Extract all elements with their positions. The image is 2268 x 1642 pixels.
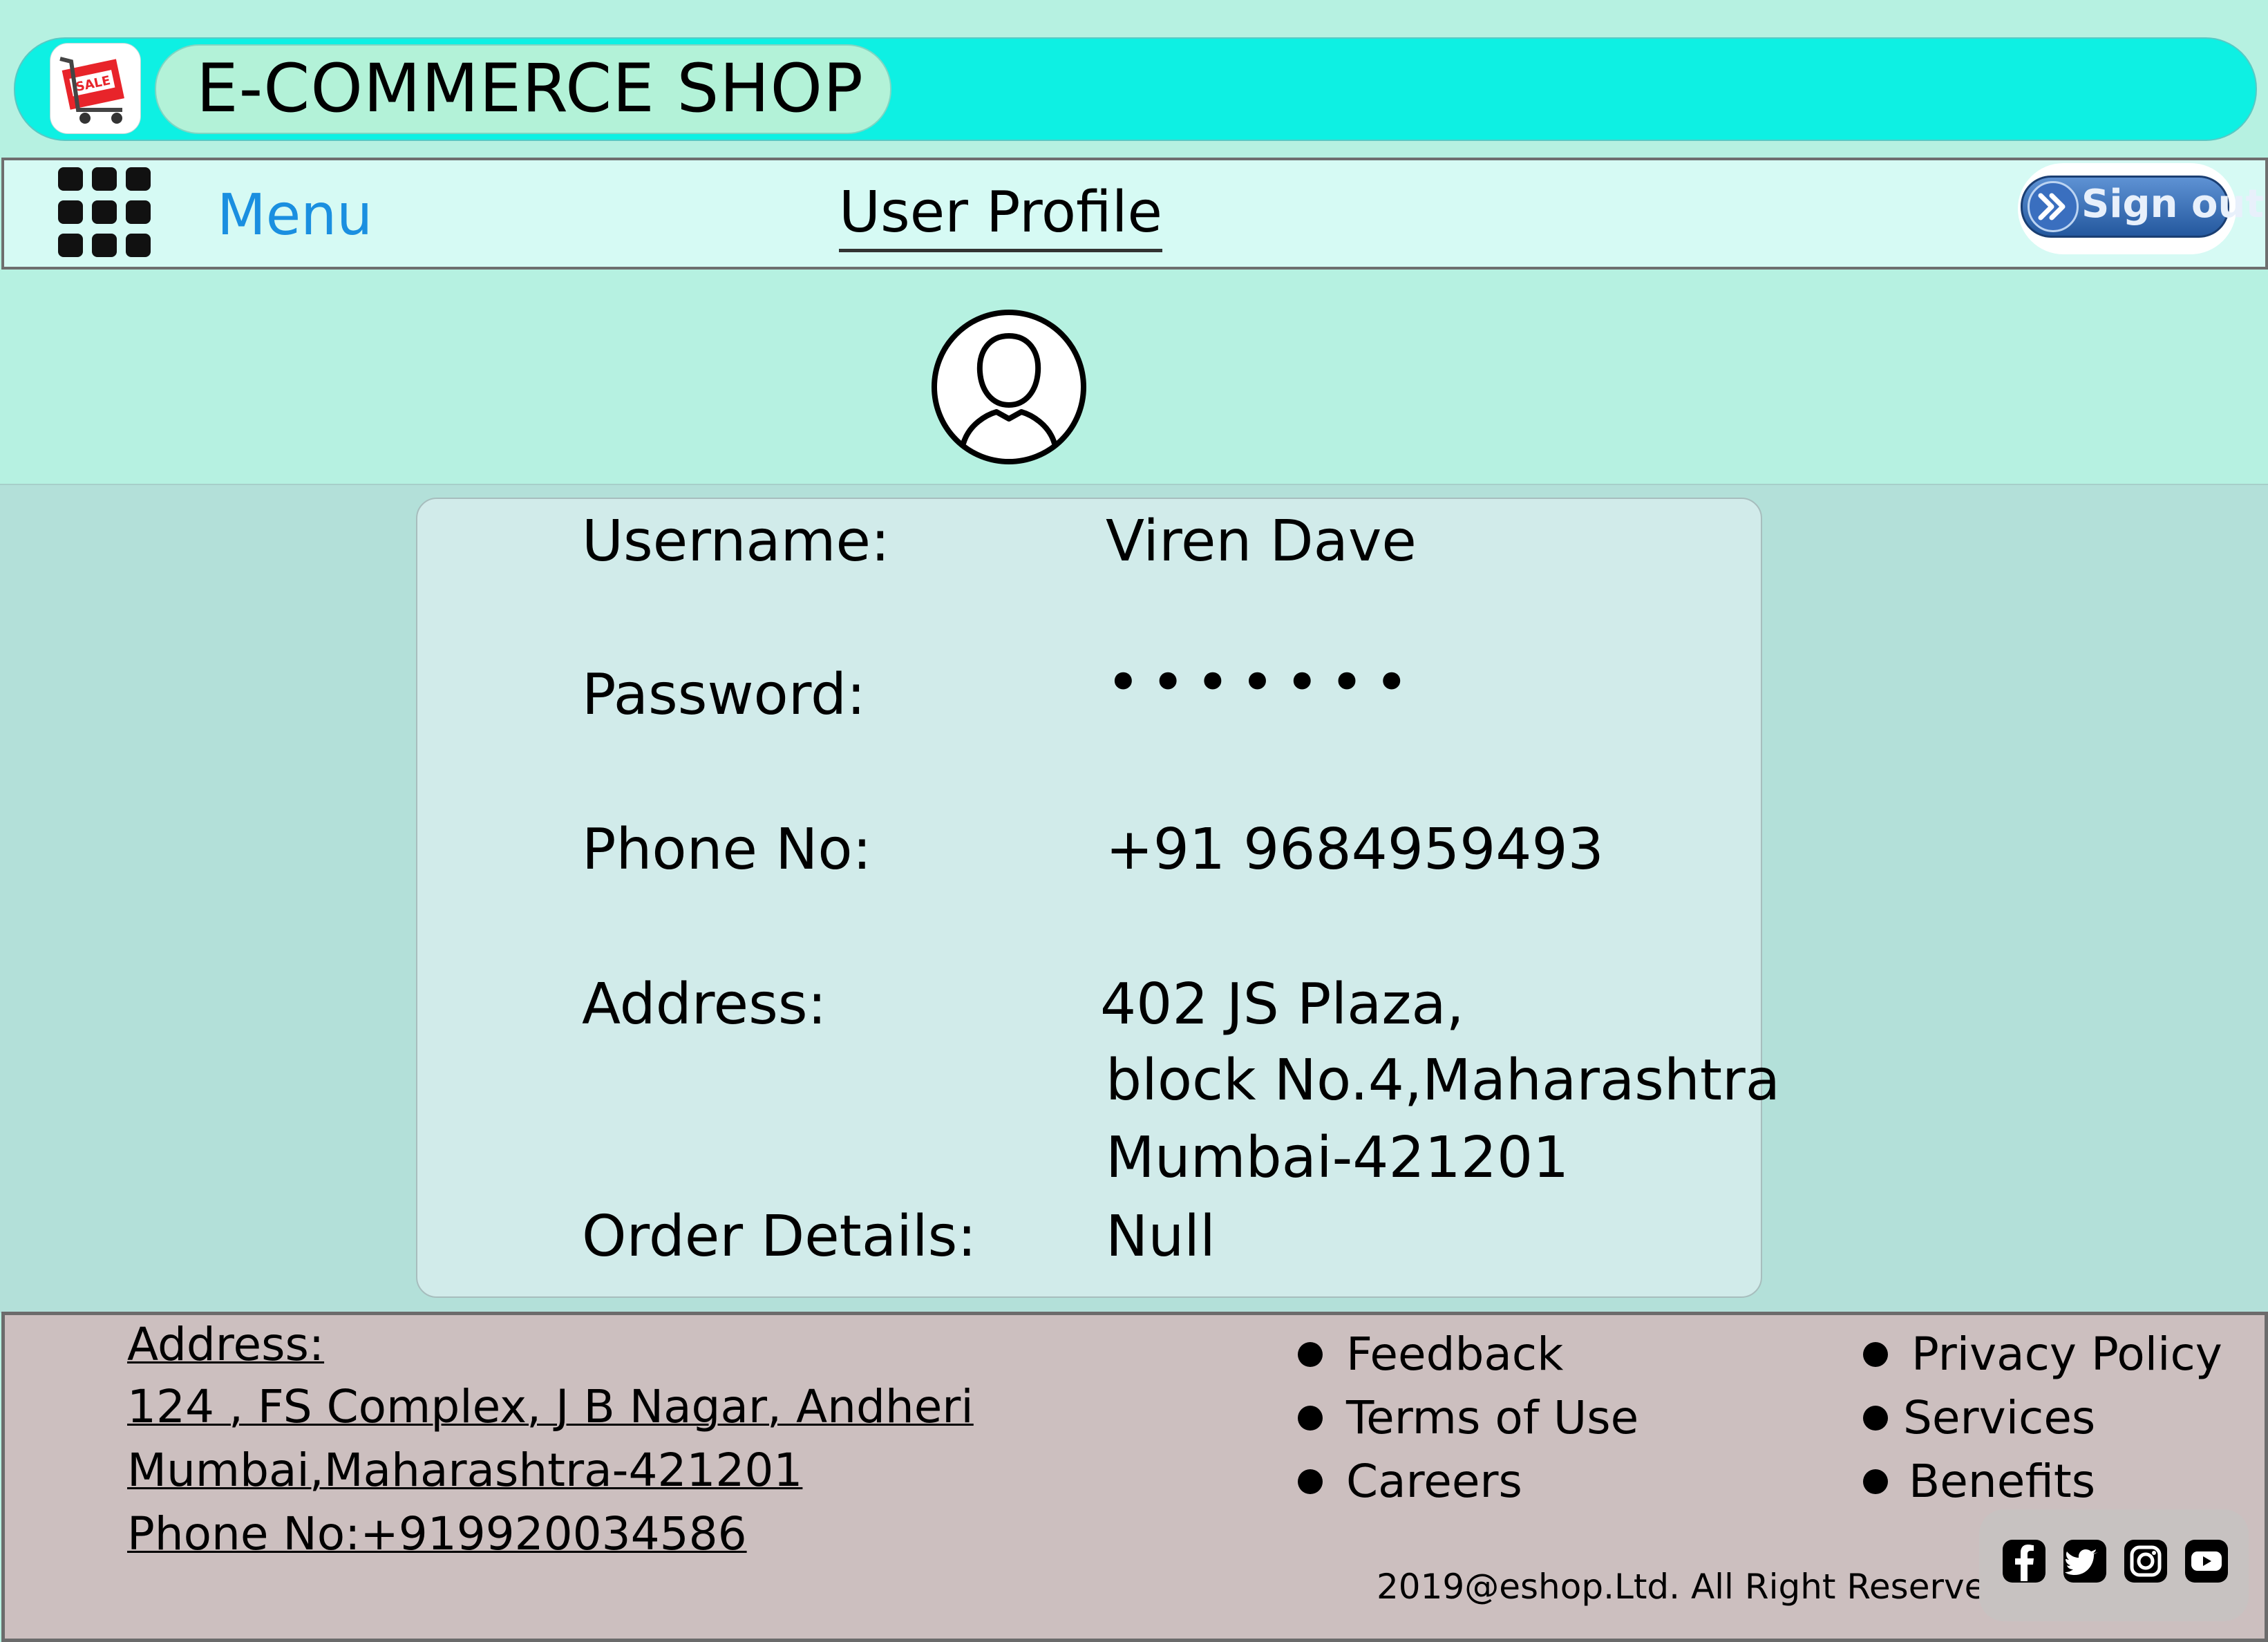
- app-title: E-COMMERCE SHOP: [196, 50, 864, 127]
- phone-label: Phone No:: [582, 817, 872, 883]
- facebook-icon[interactable]: [2001, 1538, 2047, 1584]
- user-avatar-icon: [930, 308, 1088, 466]
- tab-user-profile[interactable]: User Profile: [839, 178, 1162, 252]
- grid-menu-icon[interactable]: [57, 164, 153, 261]
- footer-link-feedback[interactable]: Feedback: [1346, 1325, 1563, 1384]
- order-details-value: Null: [1106, 1204, 1216, 1270]
- footer-link-terms[interactable]: Terms of Use: [1346, 1389, 1638, 1447]
- footer-link-services[interactable]: Services: [1903, 1389, 2095, 1447]
- twitter-icon[interactable]: [2062, 1538, 2108, 1584]
- signout-label: Sign out: [2081, 182, 2265, 227]
- phone-value: +91 9684959493: [1106, 817, 1604, 883]
- bullet-icon: [1863, 1469, 1888, 1494]
- password-value: •••••••: [1106, 648, 1419, 717]
- password-label: Password:: [582, 662, 866, 728]
- footer-phone: Phone No:+919920034586: [127, 1507, 747, 1560]
- menu-link[interactable]: Menu: [217, 181, 372, 250]
- copyright-text: 2019@eshop.Ltd. All Right Reserved: [1377, 1567, 2008, 1607]
- bullet-icon: [1298, 1342, 1323, 1367]
- bullet-icon: [1298, 1469, 1323, 1494]
- shopping-cart-sale-icon: SALE: [59, 57, 124, 124]
- username-value: Viren Dave: [1106, 509, 1417, 574]
- bullet-icon: [1863, 1342, 1888, 1367]
- footer-link-benefits[interactable]: Benefits: [1909, 1453, 2095, 1511]
- bullet-icon: [1863, 1406, 1888, 1431]
- footer-address-heading: Address:: [127, 1318, 325, 1371]
- order-details-label: Order Details:: [582, 1204, 976, 1270]
- footer-link-careers[interactable]: Careers: [1346, 1453, 1522, 1511]
- double-chevron-right-icon: [2028, 181, 2079, 232]
- address-line: 402 JS Plaza,: [1100, 972, 1464, 1037]
- youtube-icon[interactable]: [2184, 1538, 2229, 1584]
- shop-logo[interactable]: SALE: [50, 43, 141, 134]
- bullet-icon: [1298, 1406, 1323, 1431]
- instagram-icon[interactable]: [2123, 1538, 2168, 1584]
- address-line: Mumbai-421201: [1106, 1125, 1569, 1191]
- address-line: block No.4,Maharashtra: [1106, 1048, 1780, 1113]
- footer-link-privacy[interactable]: Privacy Policy: [1911, 1325, 2222, 1384]
- footer-address-line: Mumbai,Maharashtra-421201: [127, 1444, 803, 1497]
- username-label: Username:: [582, 509, 890, 574]
- address-label: Address:: [582, 972, 827, 1037]
- footer-address-line: 124 , FS Complex, J B Nagar, Andheri: [127, 1380, 974, 1433]
